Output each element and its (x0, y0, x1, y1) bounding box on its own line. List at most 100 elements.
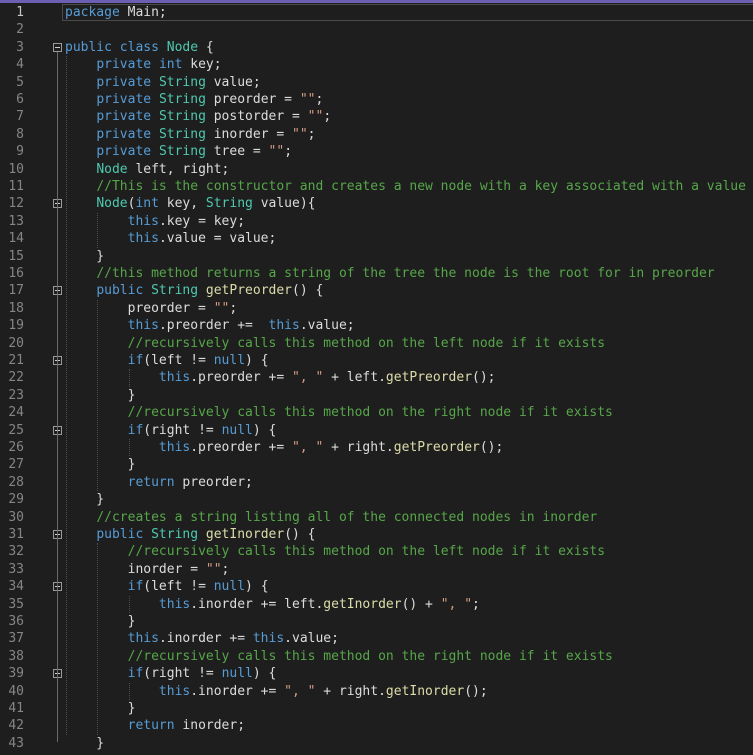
code-line[interactable]: 25 if(right != null) { (0, 422, 753, 439)
code-line[interactable]: 15 } (0, 248, 753, 265)
code-content[interactable]: this.inorder += this.value; (65, 630, 339, 647)
method-name: getPreorder (393, 440, 480, 455)
code-line[interactable]: 21 if(left != null) { (0, 352, 753, 369)
code-content[interactable]: return preorder; (65, 474, 253, 491)
keyword: if (127, 666, 144, 682)
code-line[interactable]: 29 } (0, 491, 753, 508)
code-line[interactable]: 4 private int key; (0, 56, 753, 73)
code-content[interactable]: } (65, 456, 136, 473)
code-content[interactable]: private String inorder = ""; (65, 126, 315, 143)
code-content[interactable]: private int key; (65, 56, 221, 73)
code-content[interactable]: //recursively calls this method on the r… (65, 648, 613, 665)
code-line[interactable]: 27 } (0, 456, 753, 473)
code-content[interactable]: public class Node { (65, 39, 214, 56)
code-content[interactable]: //creates a string listing all of the co… (65, 509, 597, 526)
code-content[interactable]: public String getPreorder() { (65, 282, 323, 299)
line-number: 6 (16, 92, 24, 107)
code-line[interactable]: 39 if(right != null) { (0, 665, 753, 682)
code-content[interactable]: inorder = ""; (65, 561, 230, 578)
code-line[interactable]: 7 private String postorder = ""; (0, 108, 753, 125)
code-line[interactable]: 11 //This is the constructor and creates… (0, 178, 753, 195)
code-line[interactable]: 42 return inorder; (0, 717, 753, 734)
code-editor[interactable]: 1 package Main; 2 3 public class Node {4 pri… (0, 0, 753, 755)
code-line[interactable]: 3 public class Node { (0, 39, 753, 56)
code-line[interactable]: 23 } (0, 387, 753, 404)
code-text: ) { (245, 353, 269, 368)
line-number: 2 (16, 22, 24, 38)
code-line[interactable]: 22 this.preorder += ", " + left.getPreor… (0, 369, 753, 386)
collapse-icon[interactable] (53, 42, 62, 52)
code-content[interactable]: this.key = key; (65, 213, 245, 230)
code-content[interactable]: private String postorder = ""; (65, 108, 331, 125)
code-line[interactable]: 35 this.inorder += left.getInorder() + "… (0, 596, 753, 613)
code-line[interactable]: 5 private String value; (0, 74, 753, 91)
code-content[interactable]: private String value; (65, 74, 260, 91)
code-content[interactable]: this.inorder += left.getInorder() + ", "… (65, 596, 480, 613)
code-content[interactable]: } (65, 491, 104, 508)
code-content[interactable]: //recursively calls this method on the r… (65, 404, 613, 421)
code-content[interactable]: if(left != null) { (65, 352, 269, 369)
code-line[interactable]: 14 this.value = value; (0, 230, 753, 247)
code-text: ; (472, 596, 480, 612)
code-content[interactable]: //recursively calls this method on the l… (65, 335, 605, 352)
code-line[interactable]: 34 if(left != null) { (0, 578, 753, 595)
code-line[interactable]: 40 this.inorder += ", " + right.getInord… (0, 683, 753, 700)
code-line[interactable]: 16 //this method returns a string of the… (0, 265, 753, 282)
code-line[interactable]: 2 (0, 21, 753, 38)
code-content[interactable]: return inorder; (65, 717, 245, 734)
code-content[interactable]: //this method returns a string of the tr… (65, 265, 714, 282)
code-line[interactable]: 8 private String inorder = ""; (0, 126, 753, 143)
keyword: this (127, 318, 159, 334)
code-content[interactable]: public String getInorder() { (65, 526, 315, 543)
code-content[interactable]: this.preorder += ", " + right.getPreorde… (65, 439, 503, 456)
code-line[interactable]: 30 //creates a string listing all of the… (0, 509, 753, 526)
code-content[interactable]: private String tree = ""; (65, 143, 292, 160)
code-content[interactable]: if(left != null) { (65, 578, 269, 595)
code-content[interactable]: } (65, 387, 136, 404)
code-content[interactable]: Node left, right; (65, 161, 229, 178)
code-line[interactable]: 26 this.preorder += ", " + right.getPreo… (0, 439, 753, 456)
code-content[interactable]: //This is the constructor and creates a … (65, 178, 746, 195)
code-line[interactable]: 20 //recursively calls this method on th… (0, 335, 753, 352)
code-text: ; (307, 126, 316, 142)
code-content[interactable]: Node(int key, String value){ (65, 195, 315, 212)
code-line[interactable]: 24 //recursively calls this method on th… (0, 404, 753, 421)
code-content[interactable]: private String preorder = ""; (65, 91, 323, 108)
code-line[interactable]: 33 inorder = ""; (0, 561, 753, 578)
code-line[interactable]: 18 preorder = ""; (0, 300, 753, 317)
code-content[interactable]: } (65, 248, 104, 265)
code-line[interactable]: 10 Node left, right; (0, 161, 753, 178)
code-line[interactable]: 31 public String getInorder() { (0, 526, 753, 543)
code-line[interactable]: 43 } (0, 735, 753, 752)
code-content[interactable]: } (65, 735, 104, 752)
code-line[interactable]: 32 //recursively calls this method on th… (0, 543, 753, 560)
code-line[interactable]: 19 this.preorder += this.value; (0, 317, 753, 334)
code-line[interactable]: 9 private String tree = ""; (0, 143, 753, 160)
code-text: (); (472, 370, 496, 386)
code-content[interactable]: } (65, 700, 136, 717)
code-content[interactable]: this.preorder += this.value; (65, 317, 355, 334)
code-line[interactable]: 13 this.key = key; (0, 213, 753, 230)
code-line[interactable]: 38 //recursively calls this method on th… (0, 648, 753, 665)
code-line[interactable]: 36 } (0, 613, 753, 630)
code-line[interactable]: 37 this.inorder += this.value; (0, 630, 753, 647)
code-content[interactable]: preorder = ""; (65, 300, 238, 317)
code-line[interactable]: 6 private String preorder = ""; (0, 91, 753, 108)
code-line[interactable]: 28 return preorder; (0, 474, 753, 491)
code-line[interactable]: 12 Node(int key, String value){ (0, 195, 753, 212)
code-content[interactable]: //recursively calls this method on the l… (65, 543, 605, 560)
code-content[interactable]: } (65, 613, 136, 630)
line-number: 7 (16, 109, 24, 125)
keyword: this (127, 213, 159, 229)
code-line[interactable]: 17 public String getPreorder() { (0, 282, 753, 299)
line-number: 43 (8, 735, 24, 751)
line-number: 25 (8, 422, 24, 438)
code-line[interactable]: 41 } (0, 700, 753, 717)
